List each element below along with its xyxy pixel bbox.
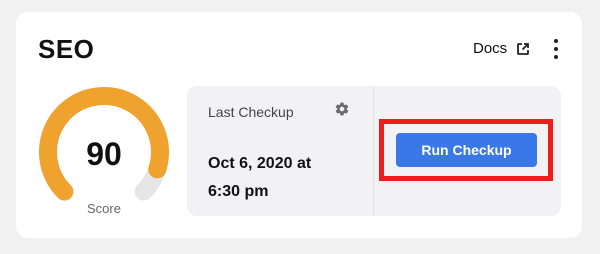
gear-icon[interactable] <box>334 101 350 117</box>
checkup-panel: Last Checkup Oct 6, 2020 at 6:30 pm Run … <box>187 86 561 216</box>
score-gauge: 90 Score <box>36 84 172 220</box>
last-checkup-label: Last Checkup <box>208 104 294 120</box>
score-value: 90 <box>86 136 122 172</box>
more-vertical-icon[interactable] <box>550 39 562 59</box>
last-checkup-date: Oct 6, 2020 at 6:30 pm <box>208 150 358 206</box>
score-label: Score <box>87 201 121 216</box>
card-title: SEO <box>38 34 95 64</box>
panel-divider <box>373 86 374 216</box>
run-checkup-button[interactable]: Run Checkup <box>396 133 537 167</box>
seo-card: SEO Docs 90 Score Last Checkup Oct 6, 20… <box>16 12 582 238</box>
docs-link[interactable]: Docs <box>473 40 530 57</box>
docs-label: Docs <box>473 40 508 57</box>
external-link-icon <box>517 42 530 55</box>
checkup-date-line2: 6:30 pm <box>208 183 269 200</box>
checkup-date-line1: Oct 6, 2020 at <box>208 155 312 172</box>
